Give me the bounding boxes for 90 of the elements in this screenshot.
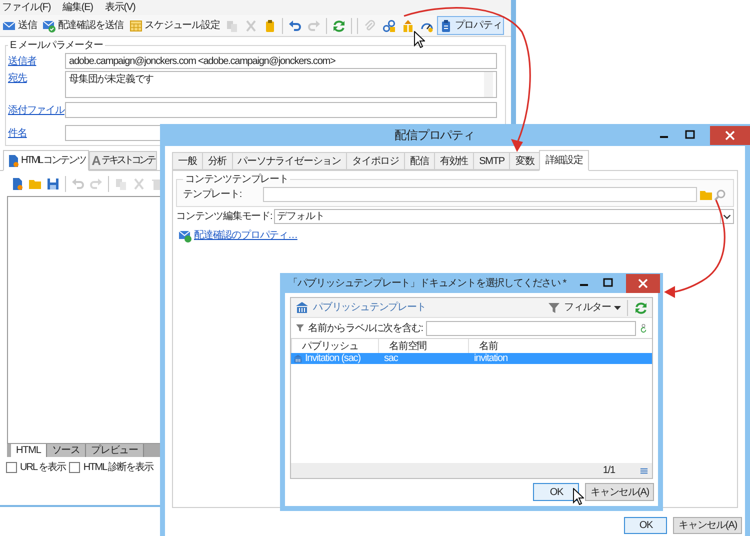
filter-button[interactable]: フィルター: [546, 300, 621, 315]
document-icon: [10, 176, 24, 190]
checkbox-label: URL を表示: [20, 460, 66, 475]
tab[interactable]: Aテキストコンテ: [88, 151, 157, 170]
tab[interactable]: 詳細設定: [539, 150, 589, 171]
copy-icon: [114, 176, 128, 190]
field-link[interactable]: 添付ファイル: [8, 102, 65, 118]
filter-input[interactable]: [426, 320, 636, 336]
toolbar-button[interactable]: スケジュール設定: [126, 16, 222, 35]
calendar-icon: [128, 18, 143, 32]
scrollbar: [484, 72, 493, 97]
dropdown[interactable]: デフォルト: [274, 209, 734, 224]
field-label: テンプレート:: [183, 188, 243, 202]
checkbox[interactable]: [6, 462, 17, 473]
menu-item[interactable]: 編集(E): [62, 0, 93, 15]
checkbox-label: HTML 診断を表示: [83, 460, 154, 475]
ok-button[interactable]: OK: [533, 483, 580, 501]
menu-item[interactable]: ファイル(F): [2, 0, 51, 15]
tab[interactable]: 有効性: [434, 152, 474, 170]
save-button[interactable]: [45, 176, 61, 192]
toolbar-button[interactable]: 配達確認を送信: [40, 16, 126, 35]
chain-icon: [382, 18, 396, 32]
tab[interactable]: 一般: [172, 152, 203, 170]
building-icon: [295, 300, 309, 314]
input-field[interactable]: [65, 102, 497, 118]
caret-icon: [614, 304, 621, 311]
field-value: 母集団が未定義です: [69, 72, 154, 87]
text-area[interactable]: 母集団が未定義です: [65, 71, 497, 98]
toolbar-button[interactable]: プロパティ: [436, 16, 504, 35]
box-arrow-icon: [400, 18, 415, 32]
undo-icon: [71, 176, 85, 190]
ok-button[interactable]: OK: [624, 517, 668, 534]
cancel-button[interactable]: キャンセル(A): [585, 483, 654, 501]
field-link[interactable]: 送信者: [8, 54, 65, 68]
checkbox[interactable]: [69, 462, 80, 473]
field-link[interactable]: 件名: [8, 126, 65, 140]
filter-icon: [546, 300, 561, 314]
tab[interactable]: ソース: [46, 444, 86, 457]
tab[interactable]: HTML コンテンツ: [3, 150, 89, 171]
paperclip-icon: [362, 18, 377, 32]
refresh-button[interactable]: [634, 300, 648, 314]
table-cell-text: invitation: [473, 352, 508, 366]
refresh-icon: [634, 300, 648, 314]
copy-icon: [224, 18, 239, 32]
envelope-check-icon: [42, 18, 56, 32]
field-label: コンテンツ編集モード:: [176, 210, 274, 224]
tab[interactable]: HTML: [11, 444, 47, 457]
cancel-button[interactable]: キャンセル(A): [673, 517, 742, 534]
window-title: 配信プロパティ: [394, 127, 474, 144]
folder-title: パブリッシュテンプレート: [313, 300, 427, 315]
tab[interactable]: 変数: [509, 152, 540, 170]
group-title: コンテンツテンプレート: [184, 172, 290, 187]
filter-label: 名前からラベルに次を含む:: [308, 322, 423, 336]
close-icon[interactable]: [710, 126, 750, 144]
search-icon: [713, 188, 727, 202]
page-counter: 1/1: [602, 464, 615, 478]
search-button[interactable]: [713, 188, 727, 202]
list-icon: [639, 466, 649, 476]
envelope-check-icon: [178, 228, 192, 242]
document-icon: [6, 154, 20, 168]
toolbar-button[interactable]: 送信: [0, 16, 39, 35]
tab[interactable]: 分析: [202, 152, 233, 170]
field-link[interactable]: 宛先: [8, 71, 65, 86]
maximize-icon[interactable]: [684, 129, 696, 141]
redo-icon: [306, 18, 321, 32]
options-icon: [639, 322, 648, 334]
table-cell: Invitation (sac): [291, 351, 378, 366]
menu-item[interactable]: 表示(V): [104, 0, 136, 15]
redo-icon: [89, 176, 103, 190]
maximize-icon[interactable]: [602, 277, 614, 289]
tab[interactable]: SMTP: [473, 152, 510, 170]
window-title: 「パブリッシュテンプレート」ドキュメントを選択してください *: [288, 276, 566, 290]
input-field[interactable]: adobe.campaign@jonckers.com <adobe.campaign@jonckers.com>: [65, 53, 497, 69]
cut-icon: [132, 176, 146, 190]
filter-icon: [295, 323, 305, 333]
tab[interactable]: プレビュー: [86, 444, 144, 457]
tab[interactable]: タイポロジ: [346, 152, 406, 170]
refresh-icon: [332, 18, 346, 32]
tab[interactable]: パーソナライゼーション: [232, 152, 348, 170]
cut-icon: [244, 18, 258, 32]
close-icon[interactable]: [626, 274, 660, 292]
table-cell-text: sac: [383, 352, 399, 366]
save-icon: [46, 176, 60, 190]
input-field[interactable]: [263, 187, 697, 202]
group-title: E メールパラメーター: [9, 39, 104, 53]
link[interactable]: 配達確認のプロパティ…: [194, 228, 298, 243]
cursor-icon: [573, 488, 584, 505]
tab[interactable]: 配信: [404, 152, 435, 170]
font-icon: A: [92, 154, 100, 167]
undo-icon: [288, 18, 302, 32]
